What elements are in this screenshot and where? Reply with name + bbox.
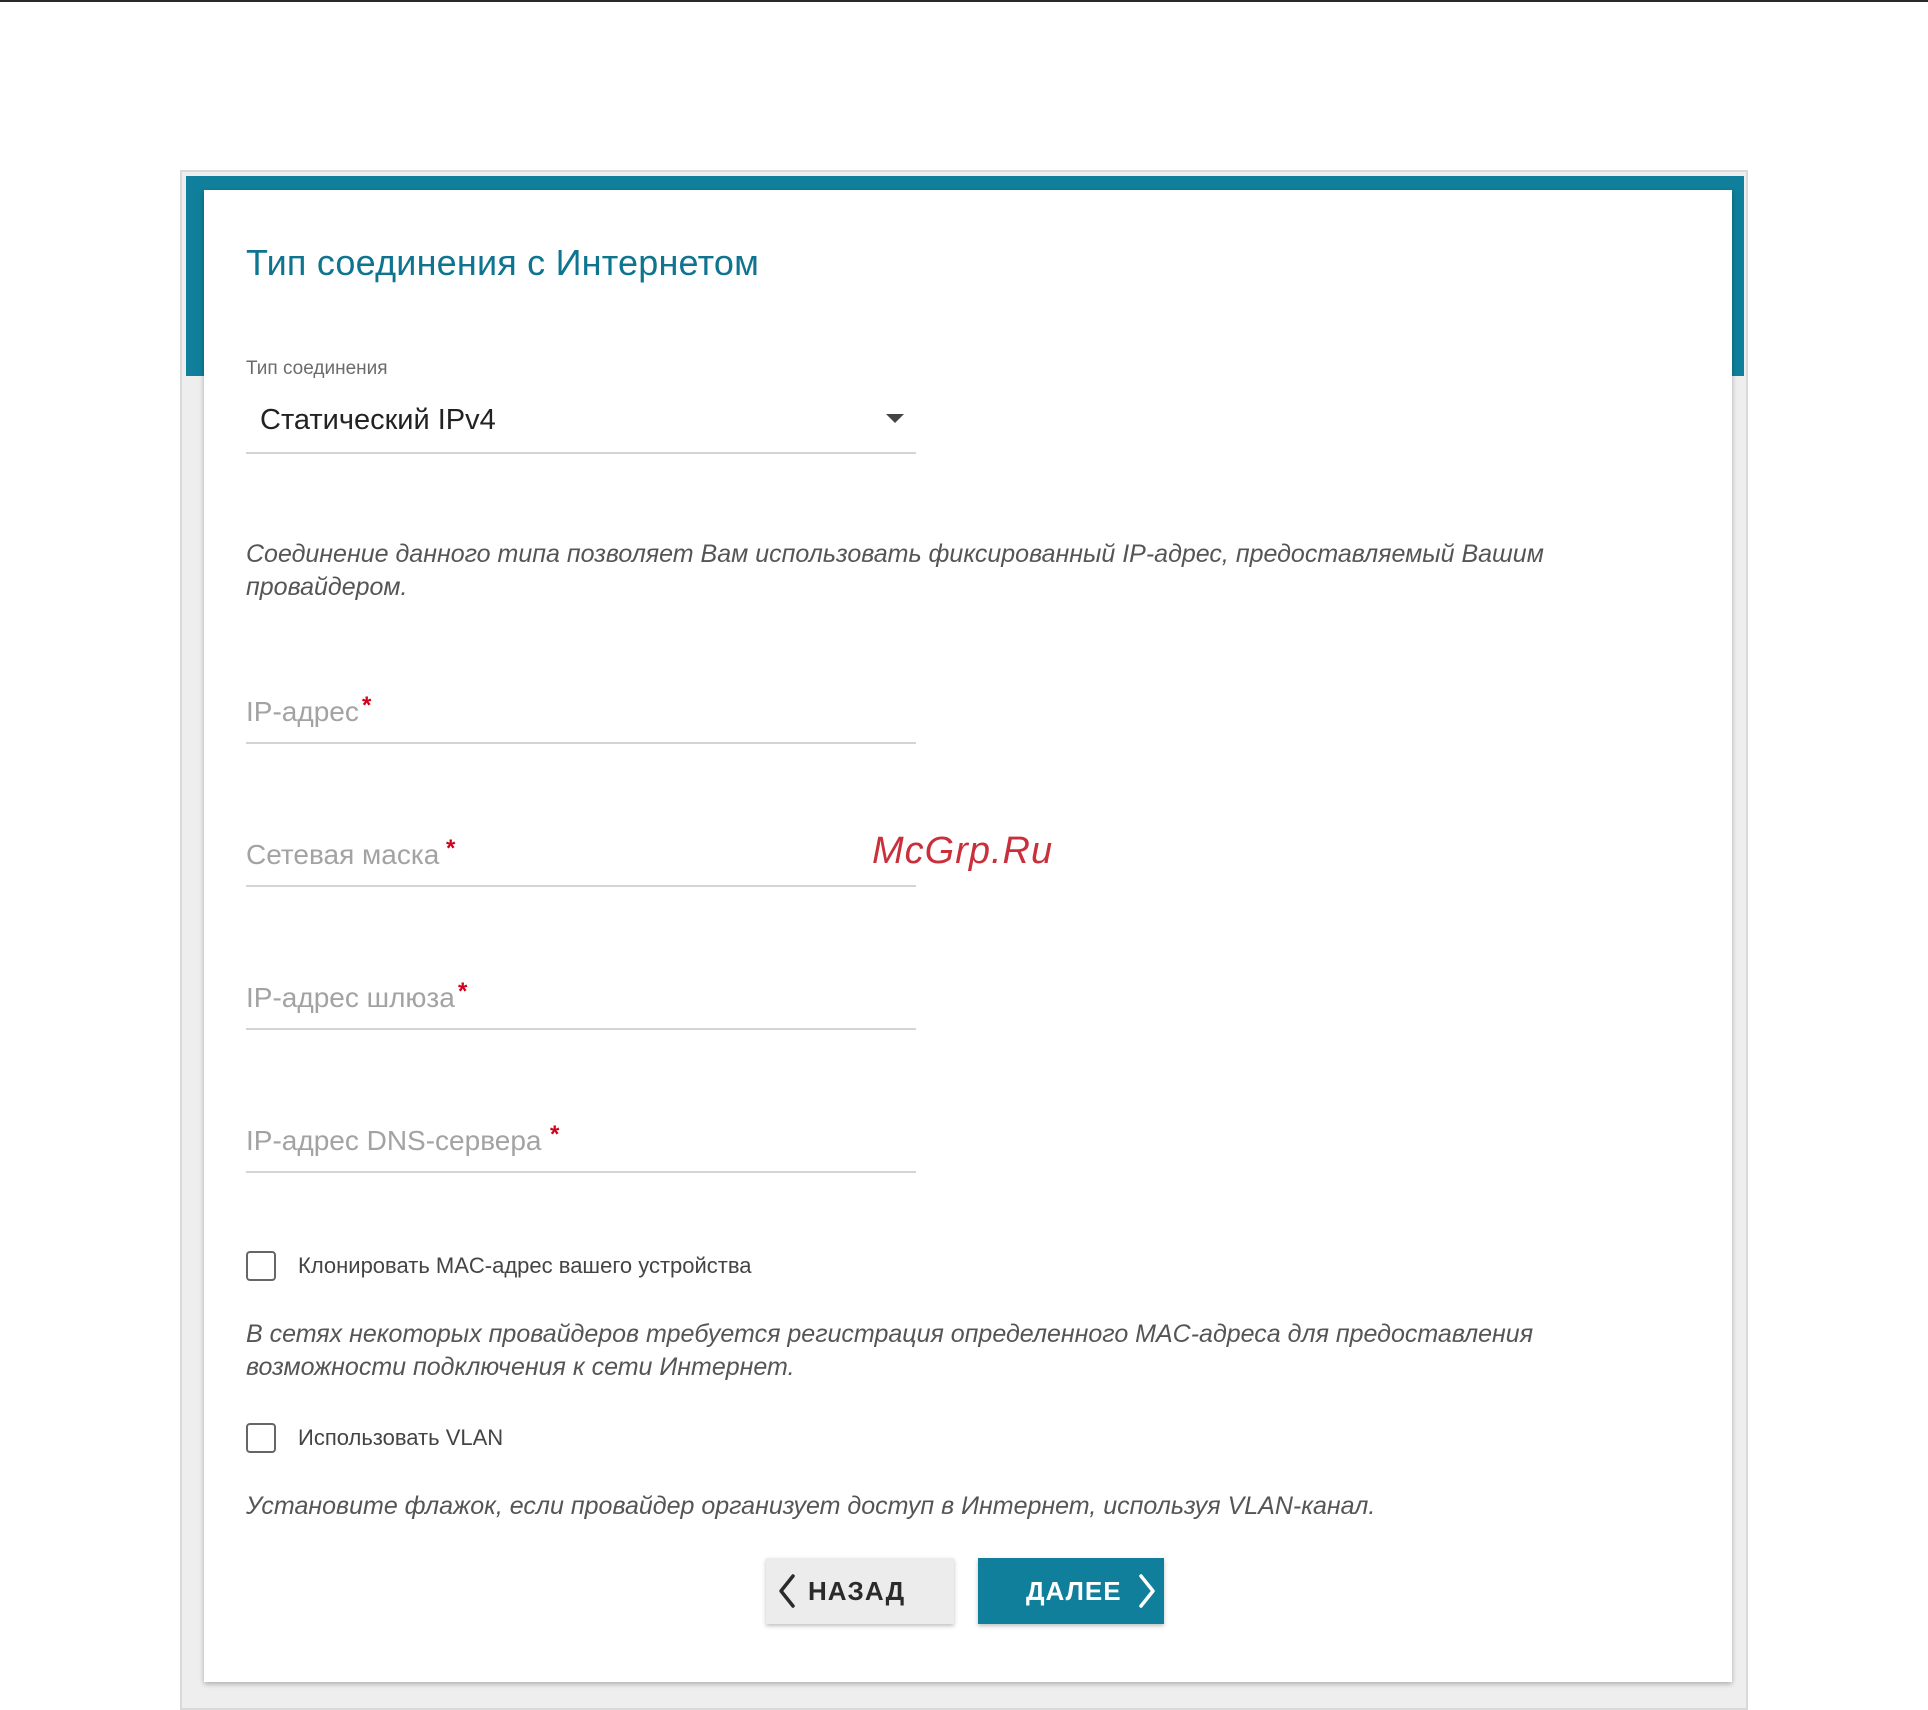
back-button-label: НАЗАД xyxy=(808,1575,906,1606)
required-mark: * xyxy=(446,835,456,862)
gateway-input[interactable] xyxy=(246,976,916,1020)
chevron-left-icon xyxy=(778,1573,796,1609)
wizard-card: Тип соединения с Интернетом Тип соединен… xyxy=(204,190,1732,1682)
connection-type-select[interactable]: Статический IPv4 xyxy=(246,390,916,454)
watermark: McGrp.Ru xyxy=(872,830,1054,872)
next-button[interactable]: ДАЛЕЕ xyxy=(978,1558,1164,1624)
required-mark: * xyxy=(362,692,372,719)
connection-type-label: Тип соединения xyxy=(246,358,388,379)
chevron-right-icon xyxy=(1138,1573,1156,1609)
connection-description: Соединение данного типа позволяет Вам ис… xyxy=(246,540,1544,601)
page-title: Тип соединения с Интернетом xyxy=(246,242,760,283)
vlan-label[interactable]: Использовать VLAN xyxy=(298,1425,503,1451)
back-button[interactable]: НАЗАД xyxy=(766,1558,954,1624)
vlan-row[interactable]: Использовать VLAN xyxy=(246,1420,503,1456)
required-mark: * xyxy=(550,1121,560,1148)
dns-field: * xyxy=(246,1113,916,1173)
clone-mac-row[interactable]: Клонировать MAC-адрес вашего устройства xyxy=(246,1248,752,1284)
netmask-input[interactable] xyxy=(246,833,916,877)
ip-address-input[interactable] xyxy=(246,690,916,734)
dns-input[interactable] xyxy=(246,1119,916,1163)
netmask-field: * xyxy=(246,827,916,887)
vlan-hint: Установите флажок, если провайдер органи… xyxy=(246,1492,1376,1520)
vlan-checkbox[interactable] xyxy=(246,1423,276,1453)
caret-down-icon xyxy=(886,414,904,423)
clone-mac-checkbox[interactable] xyxy=(246,1251,276,1281)
next-button-label: ДАЛЕЕ xyxy=(1026,1575,1122,1606)
required-mark: * xyxy=(458,978,468,1005)
top-rule xyxy=(0,0,1928,2)
clone-mac-label[interactable]: Клонировать MAC-адрес вашего устройства xyxy=(298,1253,752,1279)
ip-address-field: * xyxy=(246,684,916,744)
connection-type-value: Статический IPv4 xyxy=(260,404,496,436)
clone-mac-hint: В сетях некоторых провайдеров требуется … xyxy=(246,1320,1534,1381)
gateway-field: * xyxy=(246,970,916,1030)
